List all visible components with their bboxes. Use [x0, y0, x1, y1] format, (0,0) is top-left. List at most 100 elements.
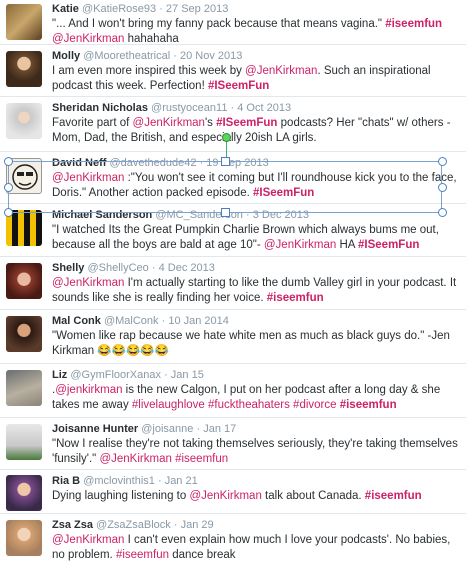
- resize-handle-bottom-left[interactable]: [4, 208, 13, 217]
- author-handle[interactable]: @ZsaZsaBlock: [96, 519, 171, 531]
- avatar[interactable]: [6, 424, 42, 460]
- tweet-text-segment: because all the boys are bald at age 10"…: [52, 239, 264, 251]
- tweet-item[interactable]: Ria B @mclovinthis1 · Jan 21 Dying laugh…: [0, 470, 466, 514]
- mention-link[interactable]: #fucktheahaters: [208, 399, 290, 411]
- hashtag-link[interactable]: #iseemfun: [267, 292, 324, 304]
- tweet-item[interactable]: David Neff @davethedude42 · 19 Sep 2013 …: [0, 152, 466, 204]
- tweet-text-segment: HA: [336, 239, 359, 251]
- tweet-date[interactable]: 4 Oct 2013: [237, 102, 291, 114]
- tweet-line: I am even more inspired this week by @Je…: [52, 64, 458, 79]
- mention-link[interactable]: @JenKirkman: [52, 33, 124, 45]
- tweet-date[interactable]: 10 Jan 2014: [168, 315, 229, 327]
- tweet-item[interactable]: Mal Conk @MalConk · 10 Jan 2014 "Women l…: [0, 310, 466, 364]
- tweet-text-segment: Doris." Another action packed episode.: [52, 187, 253, 199]
- author-name[interactable]: Liz: [52, 369, 67, 381]
- hashtag-link[interactable]: #ISeemFun: [208, 80, 269, 92]
- author-handle[interactable]: @mclovinthis1: [83, 475, 155, 487]
- author-name[interactable]: Katie: [52, 3, 79, 15]
- resize-handle-top-right[interactable]: [438, 157, 447, 166]
- author-name[interactable]: Mal Conk: [52, 315, 101, 327]
- hashtag-link[interactable]: #ISeemFun: [358, 239, 419, 251]
- author-name[interactable]: David Neff: [52, 157, 106, 169]
- tweet-item[interactable]: Katie @KatieRose93 · 27 Sep 2013 "... An…: [0, 0, 466, 45]
- tweet-line: "... And I won't bring my fanny pack bec…: [52, 17, 458, 32]
- author-handle[interactable]: @joisanne: [141, 423, 193, 435]
- hashtag-link[interactable]: #iseemfun: [340, 399, 397, 411]
- resize-handle-top-left[interactable]: [4, 157, 13, 166]
- mention-link[interactable]: @JenKirkman: [189, 490, 261, 502]
- mention-link[interactable]: @JenKirkman: [99, 453, 171, 465]
- hashtag-link[interactable]: #ISeemFun: [216, 117, 277, 129]
- author-handle[interactable]: @davethedude42: [109, 157, 196, 169]
- tweet-date[interactable]: Jan 17: [203, 423, 236, 435]
- resize-handle-bottom-right[interactable]: [438, 208, 447, 217]
- author-handle[interactable]: @GymFloorXanax: [70, 369, 161, 381]
- author-handle[interactable]: @rustyocean11: [151, 102, 227, 114]
- mention-link[interactable]: #divorce: [293, 399, 336, 411]
- avatar[interactable]: [6, 370, 42, 406]
- tweet-item[interactable]: Shelly @ShellyCeo · 4 Dec 2013 @JenKirkm…: [0, 257, 466, 310]
- tweet-date[interactable]: 20 Nov 2013: [180, 50, 242, 62]
- tweet-text-segment: no problem.: [52, 549, 116, 561]
- tweet-text-segment: is the new Calgon, I put on her podcast …: [122, 384, 441, 396]
- tweet-date[interactable]: Jan 29: [181, 519, 214, 531]
- mention-link[interactable]: @JenKirkman: [52, 534, 124, 546]
- tweet-date[interactable]: Jan 15: [171, 369, 204, 381]
- avatar[interactable]: [6, 103, 42, 139]
- hashtag-link[interactable]: #ISeemFun: [253, 187, 314, 199]
- tweet-text: .@jenkirkman is the new Calgon, I put on…: [52, 383, 458, 413]
- author-name[interactable]: Michael Sanderson: [52, 209, 152, 221]
- mention-link[interactable]: #livelaughlove: [132, 399, 205, 411]
- separator: ·: [230, 102, 235, 114]
- tweet-date[interactable]: Jan 21: [165, 475, 198, 487]
- tweet-line: @JenKirkman I'm actually starting to lik…: [52, 276, 458, 291]
- avatar[interactable]: [6, 263, 42, 299]
- tweet-date[interactable]: 27 Sep 2013: [166, 3, 228, 15]
- tweet-line: Mom, Dad, the British, and especially 20…: [52, 131, 458, 146]
- mention-link[interactable]: @JenKirkman: [52, 277, 124, 289]
- resize-handle-right[interactable]: [438, 183, 447, 192]
- separator: ·: [173, 50, 177, 62]
- author-name[interactable]: Zsa Zsa: [52, 519, 93, 531]
- mention-link[interactable]: #iseemfun: [116, 549, 169, 561]
- resize-handle-bottom[interactable]: [221, 208, 230, 217]
- hashtag-link[interactable]: #iseemfun: [365, 490, 422, 502]
- author-name[interactable]: Shelly: [52, 262, 84, 274]
- tweet-date[interactable]: 3 Dec 2013: [253, 209, 309, 221]
- avatar[interactable]: [6, 51, 42, 87]
- mention-link[interactable]: @jenkirkman: [55, 384, 122, 396]
- resize-handle-top[interactable]: [221, 157, 230, 166]
- author-handle[interactable]: @ShellyCeo: [87, 262, 148, 274]
- mention-link[interactable]: @JenKirkman: [52, 172, 124, 184]
- author-handle[interactable]: @Mooretheatrical: [83, 50, 170, 62]
- tweet-item[interactable]: Joisanne Hunter @joisanne · Jan 17 "Now …: [0, 418, 466, 470]
- tweet-item[interactable]: Liz @GymFloorXanax · Jan 15 .@jenkirkman…: [0, 364, 466, 418]
- resize-handle-left[interactable]: [4, 183, 13, 192]
- author-handle[interactable]: @MalConk: [104, 315, 159, 327]
- tweet-item[interactable]: Michael Sanderson @MC_Sanderson · 3 Dec …: [0, 204, 466, 257]
- avatar[interactable]: [6, 316, 42, 352]
- tweet-date[interactable]: 19 Sep 2013: [206, 157, 268, 169]
- tweet-date[interactable]: 4 Dec 2013: [159, 262, 215, 274]
- tweet-line: because all the boys are bald at age 10"…: [52, 238, 458, 253]
- tweet-line: takes me away #livelaughlove #fucktheaha…: [52, 398, 458, 413]
- author-name[interactable]: Ria B: [52, 475, 80, 487]
- hashtag-link[interactable]: #iseemfun: [385, 18, 442, 30]
- tweet-item[interactable]: Zsa Zsa @ZsaZsaBlock · Jan 29 @JenKirkma…: [0, 514, 466, 572]
- author-name[interactable]: Molly: [52, 50, 80, 62]
- tweet-item[interactable]: Sheridan Nicholas @rustyocean11 · 4 Oct …: [0, 97, 466, 152]
- avatar[interactable]: [6, 475, 42, 511]
- mention-link[interactable]: @JenKirkman: [133, 117, 205, 129]
- author-handle[interactable]: @KatieRose93: [82, 3, 156, 15]
- mention-link[interactable]: #iseemfun: [175, 453, 228, 465]
- tweet-line: sounds like she is really finding her vo…: [52, 291, 458, 306]
- mention-link[interactable]: @JenKirkman: [264, 239, 336, 251]
- author-name[interactable]: Joisanne Hunter: [52, 423, 138, 435]
- tweet-item[interactable]: Molly @Mooretheatrical · 20 Nov 2013 I a…: [0, 45, 466, 97]
- author-name[interactable]: Sheridan Nicholas: [52, 102, 148, 114]
- avatar[interactable]: [6, 520, 42, 556]
- avatar[interactable]: [6, 4, 42, 40]
- rotation-handle[interactable]: [222, 133, 231, 142]
- tweet-line: @JenKirkman I can't even explain how muc…: [52, 533, 458, 548]
- mention-link[interactable]: @JenKirkman: [245, 65, 317, 77]
